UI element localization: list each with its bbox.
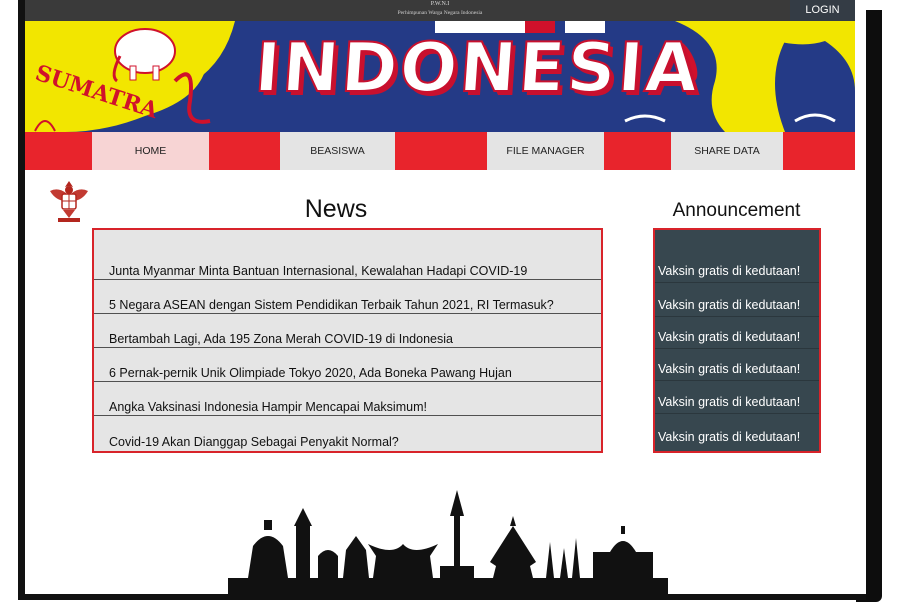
- announcement-item: Vaksin gratis di kedutaan!: [655, 416, 819, 448]
- device-frame-bottom-edge: [18, 594, 866, 600]
- news-item[interactable]: Covid-19 Akan Dianggap Sebagai Penyakit …: [94, 416, 601, 450]
- news-item[interactable]: 5 Negara ASEAN dengan Sistem Pendidikan …: [94, 280, 601, 314]
- nav-file-manager[interactable]: FILE MANAGER: [487, 132, 604, 170]
- news-item-title[interactable]: Angka Vaksinasi Indonesia Hampir Mencapa…: [109, 400, 427, 414]
- organization-name: Perhimpunan Warga Negara Indonesia: [397, 10, 483, 16]
- organization-abbreviation: P.W.N.I: [430, 1, 450, 7]
- announcement-item: Vaksin gratis di kedutaan!: [655, 285, 819, 317]
- device-frame-left-edge: [18, 0, 25, 600]
- announcement-text: Vaksin gratis di kedutaan!: [658, 298, 801, 312]
- news-item-title[interactable]: Covid-19 Akan Dianggap Sebagai Penyakit …: [109, 435, 399, 449]
- news-item[interactable]: Bertambah Lagi, Ada 195 Zona Merah COVID…: [94, 314, 601, 348]
- news-item[interactable]: Junta Myanmar Minta Bantuan Internasiona…: [94, 246, 601, 280]
- announcement-item: Vaksin gratis di kedutaan!: [655, 251, 819, 283]
- announcement-text: Vaksin gratis di kedutaan!: [658, 395, 801, 409]
- announcement-item: Vaksin gratis di kedutaan!: [655, 349, 819, 381]
- news-list: Junta Myanmar Minta Bantuan Internasiona…: [92, 228, 603, 453]
- hero-banner: SUMATRA INDONESIA: [25, 21, 855, 132]
- announcement-text: Vaksin gratis di kedutaan!: [658, 430, 801, 444]
- news-item-title[interactable]: 6 Pernak-pernik Unik Olimpiade Tokyo 202…: [109, 366, 512, 380]
- login-button[interactable]: LOGIN: [790, 0, 855, 21]
- banner-title: INDONESIA: [251, 28, 703, 109]
- announcement-list: Vaksin gratis di kedutaan! Vaksin gratis…: [653, 228, 821, 453]
- news-item[interactable]: 6 Pernak-pernik Unik Olimpiade Tokyo 202…: [94, 348, 601, 382]
- nav-home[interactable]: HOME: [92, 132, 209, 170]
- nav-beasiswa[interactable]: BEASISWA: [280, 132, 395, 170]
- garuda-emblem-icon: [50, 181, 88, 222]
- announcement-text: Vaksin gratis di kedutaan!: [658, 362, 801, 376]
- nav-share-data[interactable]: SHARE DATA: [671, 132, 783, 170]
- main-navigation: HOME BEASISWA FILE MANAGER SHARE DATA: [25, 132, 855, 170]
- news-heading: News: [304, 195, 368, 223]
- announcement-item: Vaksin gratis di kedutaan!: [655, 382, 819, 414]
- top-bar: P.W.N.I Perhimpunan Warga Negara Indones…: [25, 0, 855, 21]
- announcement-text: Vaksin gratis di kedutaan!: [658, 264, 801, 278]
- web-page: P.W.N.I Perhimpunan Warga Negara Indones…: [18, 0, 866, 600]
- news-item-title[interactable]: 5 Negara ASEAN dengan Sistem Pendidikan …: [109, 298, 554, 312]
- city-skyline-silhouette: [228, 490, 668, 594]
- announcement-text: Vaksin gratis di kedutaan!: [658, 330, 801, 344]
- announcement-item: Vaksin gratis di kedutaan!: [655, 317, 819, 349]
- announcement-heading: Announcement: [672, 200, 801, 221]
- news-item-title[interactable]: Junta Myanmar Minta Bantuan Internasiona…: [109, 264, 527, 278]
- news-item[interactable]: Angka Vaksinasi Indonesia Hampir Mencapa…: [94, 382, 601, 416]
- news-item-title[interactable]: Bertambah Lagi, Ada 195 Zona Merah COVID…: [109, 332, 453, 346]
